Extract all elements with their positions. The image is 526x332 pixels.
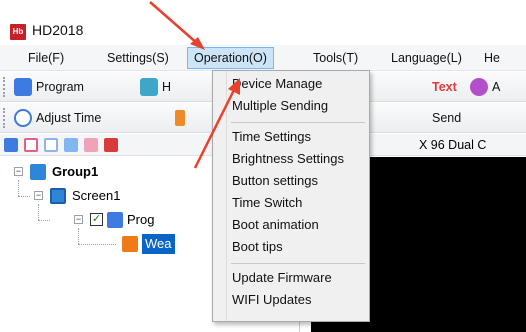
- menu-item-multiple-sending[interactable]: Multiple Sending: [232, 95, 328, 117]
- menu-item-wifi-updates[interactable]: WIFI Updates: [232, 289, 311, 311]
- menu-tools[interactable]: Tools(T): [307, 47, 364, 69]
- menu-item-boot-tips[interactable]: Boot tips: [232, 236, 283, 258]
- menu-file[interactable]: File(F): [22, 47, 70, 69]
- program-button-label: Program: [36, 80, 84, 94]
- add-screen-icon[interactable]: [4, 138, 18, 152]
- menu-operation[interactable]: Operation(O): [187, 47, 274, 69]
- menu-separator: [231, 122, 365, 123]
- image-icon: [140, 78, 158, 96]
- menu-language[interactable]: Language(L): [385, 47, 468, 69]
- menu-separator: [231, 263, 365, 264]
- move-down-icon[interactable]: [84, 138, 98, 152]
- image-button-label: H: [162, 80, 172, 94]
- group-label: Group1: [52, 164, 99, 179]
- weather-label: Wea: [142, 234, 175, 254]
- toolbar-grip[interactable]: [3, 77, 6, 97]
- menu-item-time-settings[interactable]: Time Settings: [232, 126, 311, 148]
- program-button[interactable]: Program: [10, 76, 84, 98]
- partial-tool-button[interactable]: [175, 107, 185, 129]
- send-button-label: Send: [432, 111, 462, 125]
- send-button[interactable]: Send: [406, 107, 461, 129]
- adjust-time-button[interactable]: Adjust Time: [10, 107, 101, 129]
- image-button[interactable]: H: [136, 76, 171, 98]
- top-strip: [0, 0, 526, 14]
- tree-connector: [18, 180, 19, 196]
- collapse-icon[interactable]: −: [14, 167, 23, 176]
- animation-button-label: A: [492, 80, 501, 94]
- app-logo-icon: Hb: [10, 24, 26, 40]
- tree-connector: [78, 244, 116, 245]
- screen-icon: [50, 188, 66, 204]
- adjust-time-label: Adjust Time: [36, 111, 102, 125]
- move-up-icon[interactable]: [64, 138, 78, 152]
- menu-item-device-manage[interactable]: Device Manage: [232, 73, 322, 95]
- group-icon: [30, 164, 46, 180]
- collapse-icon[interactable]: −: [74, 215, 83, 224]
- menu-settings[interactable]: Settings(S): [101, 47, 175, 69]
- tree-connector: [78, 228, 79, 244]
- menu-bar: File(F) Settings(S) Operation(O) Tools(T…: [0, 45, 526, 71]
- tool-icon: [175, 110, 185, 126]
- delete-icon[interactable]: [104, 138, 118, 152]
- clock-icon: [14, 109, 32, 127]
- menu-item-button-settings[interactable]: Button settings: [232, 170, 318, 192]
- menu-help[interactable]: He: [478, 47, 506, 69]
- operation-dropdown-menu: Device Manage Multiple Sending Time Sett…: [212, 70, 370, 322]
- tree-connector: [18, 196, 30, 197]
- weather-icon: [122, 236, 138, 252]
- program-checkbox[interactable]: ✓: [90, 213, 103, 226]
- tree-connector: [38, 204, 39, 220]
- program-node-icon: [107, 212, 123, 228]
- menu-item-update-firmware[interactable]: Update Firmware: [232, 267, 332, 289]
- text-button-label: Text: [432, 80, 457, 94]
- screen-info-text: X 96 Dual C: [419, 138, 487, 152]
- menu-gutter: [213, 71, 227, 321]
- tree-connector: [38, 220, 50, 221]
- program-label: Prog: [127, 212, 155, 227]
- menu-item-brightness-settings[interactable]: Brightness Settings: [232, 148, 344, 170]
- collapse-icon[interactable]: −: [34, 191, 43, 200]
- copy-icon[interactable]: [44, 138, 58, 152]
- window-title: HD2018: [32, 22, 84, 38]
- screen-label: Screen1: [72, 188, 121, 203]
- title-bar: Hb HD2018: [0, 14, 526, 42]
- menu-item-boot-animation[interactable]: Boot animation: [232, 214, 319, 236]
- add-program-icon[interactable]: [24, 138, 38, 152]
- animation-button[interactable]: A: [466, 76, 500, 98]
- text-button[interactable]: Text: [406, 76, 457, 98]
- program-icon: [14, 78, 32, 96]
- toolbar-grip-2[interactable]: [3, 108, 6, 128]
- animation-icon: [470, 78, 488, 96]
- menu-item-time-switch[interactable]: Time Switch: [232, 192, 302, 214]
